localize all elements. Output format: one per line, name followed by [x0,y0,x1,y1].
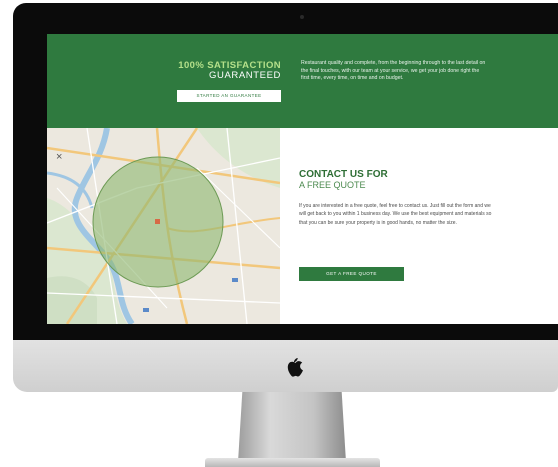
website-screen: 100% SATISFACTION GUARANTEED STARTED AN … [47,34,558,324]
service-area-map[interactable]: × [47,128,280,324]
imac-stand-base [205,458,380,467]
close-icon[interactable]: × [56,152,62,163]
contact-title: CONTACT US FOR [299,169,388,180]
guarantee-button[interactable]: STARTED AN GUARANTEE [177,90,281,102]
contact-subtitle: A FREE QUOTE [299,180,366,190]
imac-display: 100% SATISFACTION GUARANTEED STARTED AN … [13,3,558,343]
free-quote-button[interactable]: GET A FREE QUOTE [299,267,404,281]
guarantee-description: Restaurant quality and complete, from th… [301,60,486,82]
imac-stand [238,392,346,462]
camera-dot [300,15,304,19]
apple-logo-icon [287,358,303,377]
guarantee-banner: 100% SATISFACTION GUARANTEED STARTED AN … [47,34,558,128]
guaranteed-heading: GUARANTEED [209,70,281,81]
contact-body-text: If you are interested in a free quote, f… [299,203,492,226]
imac-chin [13,340,558,392]
map-graphic [47,128,280,324]
